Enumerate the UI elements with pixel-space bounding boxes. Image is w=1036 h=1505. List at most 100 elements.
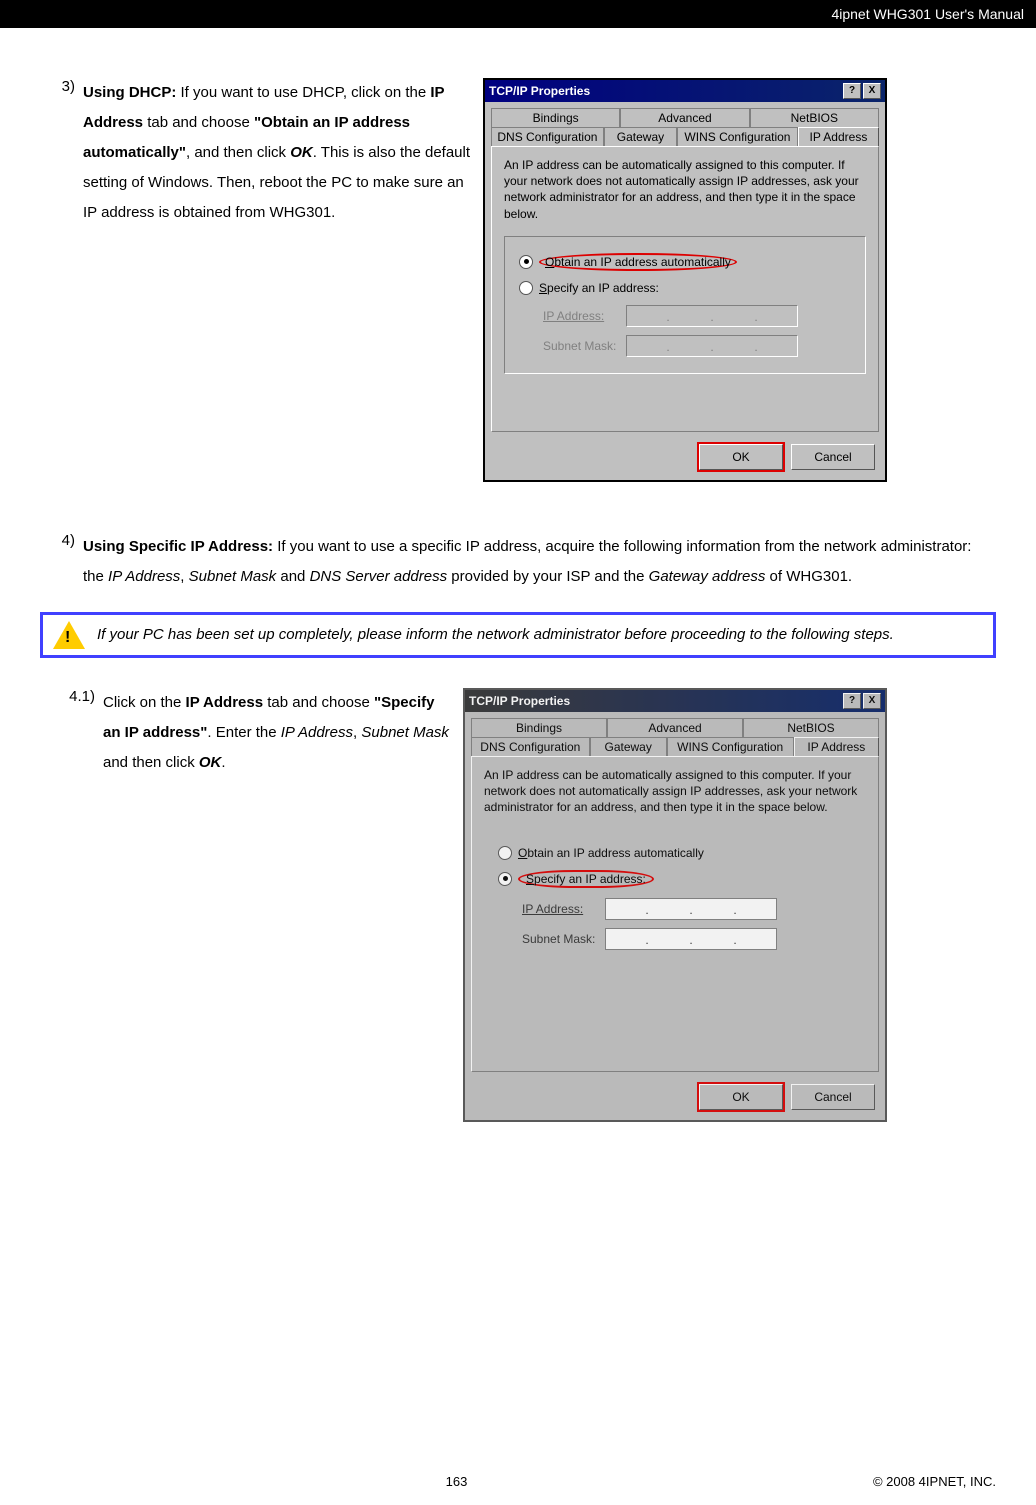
radio-specify[interactable]: Specify an IP address:: [519, 281, 857, 295]
t: If you want to use DHCP, click on the: [176, 84, 430, 101]
ital: Subnet Mask: [361, 724, 449, 741]
radio-icon: [498, 872, 512, 886]
radio-group: Obtain an IP address automatically Speci…: [484, 830, 866, 966]
copyright: © 2008 4IPNET, INC.: [873, 1474, 996, 1489]
t: and then click: [103, 754, 199, 771]
tab-dns[interactable]: DNS Configuration: [471, 737, 590, 756]
mask-input[interactable]: ...: [605, 928, 777, 950]
radio-group: Obtain an IP address automatically Speci…: [504, 236, 866, 374]
dialog-buttons: OK Cancel: [485, 438, 885, 480]
warning-icon: [53, 621, 85, 649]
t: Click on the: [103, 694, 186, 711]
dialog-description: An IP address can be automatically assig…: [484, 767, 866, 816]
ital: IP Address: [108, 568, 180, 585]
highlight-oval: Obtain an IP address automatically: [539, 253, 737, 271]
close-icon[interactable]: X: [863, 83, 881, 99]
bold: IP Address: [186, 694, 264, 711]
highlight-oval: Specify an IP address:: [518, 870, 654, 888]
step-4-1-number: 4.1): [50, 688, 103, 705]
ip-label: IP Address:: [543, 309, 618, 323]
tcpip-dialog: TCP/IP Properties ? X Bindings Advanced …: [483, 78, 887, 482]
t: tab and choose: [143, 114, 254, 131]
tab-dns[interactable]: DNS Configuration: [491, 127, 604, 146]
close-icon[interactable]: X: [863, 693, 881, 709]
tab-panel: An IP address can be automatically assig…: [491, 146, 879, 432]
radio-specify[interactable]: Specify an IP address:: [498, 870, 858, 888]
mask-input[interactable]: ...: [626, 335, 798, 357]
step-4-1-text: Click on the IP Address tab and choose "…: [103, 688, 463, 778]
ital: Gateway address: [649, 568, 766, 585]
bold: Using DHCP:: [83, 84, 176, 101]
tab-gateway[interactable]: Gateway: [604, 127, 677, 146]
figure-dialog-1: TCP/IP Properties ? X Bindings Advanced …: [483, 78, 887, 482]
mask-label: Subnet Mask:: [522, 932, 597, 946]
tab-bindings[interactable]: Bindings: [491, 108, 620, 127]
dialog-title: TCP/IP Properties: [469, 694, 570, 708]
radio-obtain-auto[interactable]: Obtain an IP address automatically: [498, 846, 858, 860]
doc-header-title: 4ipnet WHG301 User's Manual: [831, 6, 1024, 22]
step-3-number: 3): [40, 78, 83, 95]
bold: Using Specific IP Address:: [83, 538, 273, 555]
step-3: 3) Using DHCP: If you want to use DHCP, …: [40, 78, 996, 482]
t: and: [276, 568, 309, 585]
notice-box: If your PC has been set up completely, p…: [40, 612, 996, 658]
tcpip-dialog-2: TCP/IP Properties ? X Bindings Advanced …: [463, 688, 887, 1122]
ip-label: IP Address:: [522, 902, 597, 916]
tab-advanced[interactable]: Advanced: [607, 718, 743, 737]
ip-address-field: IP Address: ...: [543, 305, 857, 327]
radio-icon: [519, 255, 533, 269]
tab-panel: An IP address can be automatically assig…: [471, 756, 879, 1072]
notice-text: If your PC has been set up completely, p…: [97, 624, 894, 647]
cancel-button[interactable]: Cancel: [791, 444, 875, 470]
help-icon[interactable]: ?: [843, 693, 861, 709]
tab-netbios[interactable]: NetBIOS: [743, 718, 879, 737]
dialog-buttons: OK Cancel: [465, 1078, 885, 1120]
t: ,: [180, 568, 188, 585]
t: .: [221, 754, 225, 771]
t: . Enter the: [207, 724, 280, 741]
doc-header: 4ipnet WHG301 User's Manual: [0, 0, 1036, 28]
ital: IP Address: [281, 724, 353, 741]
ital: Subnet Mask: [189, 568, 277, 585]
radio-icon: [498, 846, 512, 860]
step-4-1: 4.1) Click on the IP Address tab and cho…: [40, 688, 996, 1122]
tab-gateway[interactable]: Gateway: [590, 737, 667, 756]
dialog-title: TCP/IP Properties: [489, 84, 590, 98]
step-4-number: 4): [40, 532, 83, 549]
t: , and then click: [186, 144, 290, 161]
subnet-mask-field: Subnet Mask: ...: [522, 928, 858, 950]
radio-obtain-auto[interactable]: Obtain an IP address automatically: [519, 253, 857, 271]
tab-ipaddress[interactable]: IP Address: [798, 127, 879, 146]
step-4: 4) Using Specific IP Address: If you wan…: [40, 532, 996, 592]
subnet-mask-field: Subnet Mask: ...: [543, 335, 857, 357]
step-3-text: Using DHCP: If you want to use DHCP, cli…: [83, 78, 483, 228]
ip-input[interactable]: ...: [605, 898, 777, 920]
tab-wins[interactable]: WINS Configuration: [677, 127, 798, 146]
tab-netbios[interactable]: NetBIOS: [750, 108, 879, 127]
tabs: Bindings Advanced NetBIOS DNS Configurat…: [485, 102, 885, 438]
tab-wins[interactable]: WINS Configuration: [667, 737, 794, 756]
help-icon[interactable]: ?: [843, 83, 861, 99]
t: tab and choose: [263, 694, 374, 711]
t: provided by your ISP and the: [447, 568, 649, 585]
dialog-titlebar: TCP/IP Properties ? X: [465, 690, 885, 712]
tabs: Bindings Advanced NetBIOS DNS Configurat…: [465, 712, 885, 1078]
ital: DNS Server address: [310, 568, 448, 585]
cancel-button[interactable]: Cancel: [791, 1084, 875, 1110]
step-4-text: Using Specific IP Address: If you want t…: [83, 532, 996, 592]
mask-label: Subnet Mask:: [543, 339, 618, 353]
boldital: OK: [290, 144, 313, 161]
ok-button[interactable]: OK: [699, 1084, 783, 1110]
page-content: 3) Using DHCP: If you want to use DHCP, …: [0, 28, 1036, 1122]
page-footer: 163 © 2008 4IPNET, INC.: [0, 1470, 1036, 1497]
ok-button[interactable]: OK: [699, 444, 783, 470]
ip-input[interactable]: ...: [626, 305, 798, 327]
tab-advanced[interactable]: Advanced: [620, 108, 749, 127]
tab-ipaddress[interactable]: IP Address: [794, 737, 879, 756]
figure-dialog-2: TCP/IP Properties ? X Bindings Advanced …: [463, 688, 887, 1122]
dialog-titlebar: TCP/IP Properties ? X: [485, 80, 885, 102]
tab-bindings[interactable]: Bindings: [471, 718, 607, 737]
radio-icon: [519, 281, 533, 295]
dialog-description: An IP address can be automatically assig…: [504, 157, 866, 222]
page-number: 163: [446, 1474, 468, 1489]
